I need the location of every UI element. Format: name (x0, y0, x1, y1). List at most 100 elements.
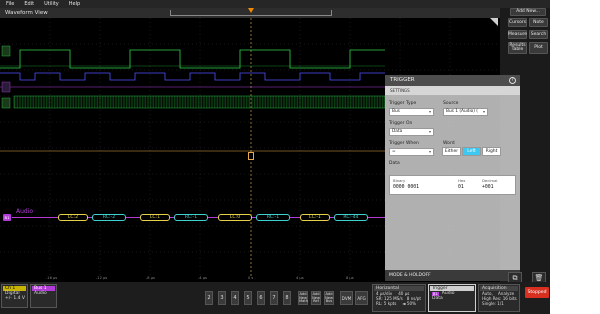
source-value: Bus 1 (Audio) ( (446, 109, 478, 114)
trigger-on-summary: Data (432, 296, 443, 301)
word-right-button[interactable]: Right (482, 147, 501, 156)
time-tick: -16 µs (46, 276, 58, 280)
binary-value[interactable]: 0000 0001 (393, 185, 419, 190)
trigger-panel-title: TRIGGER (390, 77, 415, 83)
channel-2-button[interactable]: 2 (205, 291, 213, 305)
add-new-bus-button[interactable]: Add New Bus (324, 291, 334, 305)
decimal-value[interactable]: +001 (482, 185, 494, 190)
time-tick: 4 µs (296, 276, 304, 280)
trigger-marker[interactable] (248, 152, 254, 160)
ch-d1-label[interactable] (1, 81, 11, 93)
word-either-button[interactable]: Either (442, 147, 461, 156)
bus-packet[interactable]: RC:-1 (174, 214, 208, 221)
ch-d0-label[interactable] (1, 45, 11, 57)
dvm-button[interactable]: DVM (340, 291, 353, 305)
menu-utility[interactable]: Utility (44, 1, 59, 7)
add-ref-line3: Ref (313, 299, 319, 304)
bus-indicator[interactable]: B1 (3, 214, 11, 221)
ch1-line2: +/- 1.4 V (5, 296, 26, 301)
hex-label: Hex (458, 178, 466, 183)
add-new-ref-button[interactable]: Add New Ref (311, 291, 321, 305)
source-select[interactable]: Bus 1 (Audio) ( ▾ (443, 108, 488, 116)
channel-3-button[interactable]: 3 (218, 291, 226, 305)
channel-7-button[interactable]: 7 (270, 291, 278, 305)
acquisition-badge[interactable]: Acquisition Auto, Analyze High Res: 16 b… (478, 284, 520, 312)
add-new-button[interactable]: Add New... (510, 8, 546, 16)
trigger-when-label: Trigger When (389, 141, 419, 146)
trigger-on-label: Trigger On (389, 121, 413, 126)
trigger-when-select[interactable]: = ▾ (389, 148, 434, 156)
help-icon[interactable]: ? (509, 77, 516, 84)
word-label: Word (443, 141, 455, 146)
bus-decode-row: LC:2 RC:-2 LC:1 RC:-1 LC:0 RC:-1 LC:-1 R… (12, 214, 385, 221)
mode-holdoff-bar[interactable]: MODE & HOLDOFF › (385, 270, 520, 281)
bus-packet[interactable]: LC:-1 (300, 214, 330, 221)
cursors-button[interactable]: Cursors (508, 18, 527, 27)
digital-trace-bclk (13, 95, 386, 109)
time-tick: 8 µs (346, 276, 354, 280)
digital-trace-lrclk (0, 49, 385, 69)
time-tick: -12 µs (96, 276, 108, 280)
horizontal-record-length: RL: 5 kpts (376, 301, 397, 306)
plot-button[interactable]: Plot (529, 42, 548, 54)
search-button[interactable]: Search (529, 30, 548, 39)
menu-help[interactable]: Help (69, 1, 80, 7)
menu-file[interactable]: File (6, 1, 14, 7)
mode-holdoff-label: MODE & HOLDOFF (389, 273, 431, 278)
chevron-down-icon: ▾ (428, 129, 431, 134)
zoom-corner-icon[interactable] (490, 18, 498, 26)
chevron-down-icon: ▾ (482, 109, 485, 114)
add-bus-line3: Bus (325, 299, 333, 304)
time-tick: -4 µs (198, 276, 207, 280)
bus-packet[interactable]: RC:-1 (256, 214, 290, 221)
note-button[interactable]: Note (529, 18, 548, 27)
acquisition-line3: Single: 1/1 (482, 301, 504, 306)
horizontal-position: ◄ 50% (402, 301, 416, 306)
results-table-button[interactable]: Results Table (508, 42, 527, 54)
digital-trace-data (0, 72, 385, 81)
trigger-on-value: Data (392, 129, 403, 134)
add-new-math-button[interactable]: Add New Math (298, 291, 308, 305)
channel-5-button[interactable]: 5 (244, 291, 252, 305)
measure-button[interactable]: Measure (508, 30, 527, 39)
chevron-down-icon: ▾ (428, 149, 431, 154)
add-math-line3: Math (299, 299, 308, 304)
menu-edit[interactable]: Edit (24, 1, 34, 7)
channel-6-button[interactable]: 6 (257, 291, 265, 305)
trigger-on-select[interactable]: Data ▾ (389, 128, 434, 136)
trigger-bus-name: Audio (441, 291, 455, 296)
run-stop-button[interactable]: Stopped (525, 287, 549, 298)
decimal-label: Decimal (482, 178, 498, 183)
bus-packet[interactable]: RC:-44 (334, 214, 368, 221)
trigger-bus-icon: B1 (432, 291, 439, 296)
oscilloscope-app: File Edit Utility Help Waveform View Aud… (0, 0, 550, 314)
horizontal-badge[interactable]: Horizontal 4 µs/div 40 µs SR: 125 MS/s 8… (372, 284, 426, 312)
trigger-when-value: = (392, 149, 396, 154)
channel-4-button[interactable]: 4 (231, 291, 239, 305)
time-tick: 0 s (248, 276, 254, 280)
ch1-badge[interactable]: Ch 1 Digital +/- 1.4 V (1, 284, 28, 308)
bottom-settings-bar: Ch 1 Digital +/- 1.4 V Bus 1 Audio 2 3 4… (0, 282, 550, 314)
binary-label: Binary (393, 178, 406, 183)
bus1-line1: Audio (34, 291, 47, 296)
afg-button[interactable]: AFG (355, 291, 368, 305)
trigger-settings-panel: TRIGGER ? SETTINGS Trigger Type Bus ▾ So… (385, 75, 520, 281)
bus-packet[interactable]: LC:2 (58, 214, 88, 221)
bus-packet[interactable]: LC:1 (140, 214, 170, 221)
trigger-type-select[interactable]: Bus ▾ (389, 108, 434, 116)
source-label: Source (443, 101, 459, 106)
hex-value[interactable]: 01 (458, 185, 464, 190)
trigger-type-label: Trigger Type (389, 101, 417, 106)
time-tick: -8 µs (146, 276, 155, 280)
trigger-type-value: Bus (392, 109, 400, 114)
bus-packet[interactable]: LC:0 (218, 214, 252, 221)
word-left-button[interactable]: Left (462, 147, 481, 156)
trigger-position-marker-top[interactable] (248, 8, 254, 13)
ch-d2-label[interactable] (1, 97, 11, 109)
trigger-panel-header: TRIGGER ? (385, 75, 520, 86)
trigger-badge[interactable]: Trigger B1 Audio Data (428, 284, 476, 312)
channel-8-button[interactable]: 8 (283, 291, 291, 305)
bus1-badge[interactable]: Bus 1 Audio (30, 284, 57, 308)
data-value-box[interactable]: Binary 0000 0001 Hex 01 Decimal +001 (389, 175, 516, 195)
bus-packet[interactable]: RC:-2 (92, 214, 126, 221)
